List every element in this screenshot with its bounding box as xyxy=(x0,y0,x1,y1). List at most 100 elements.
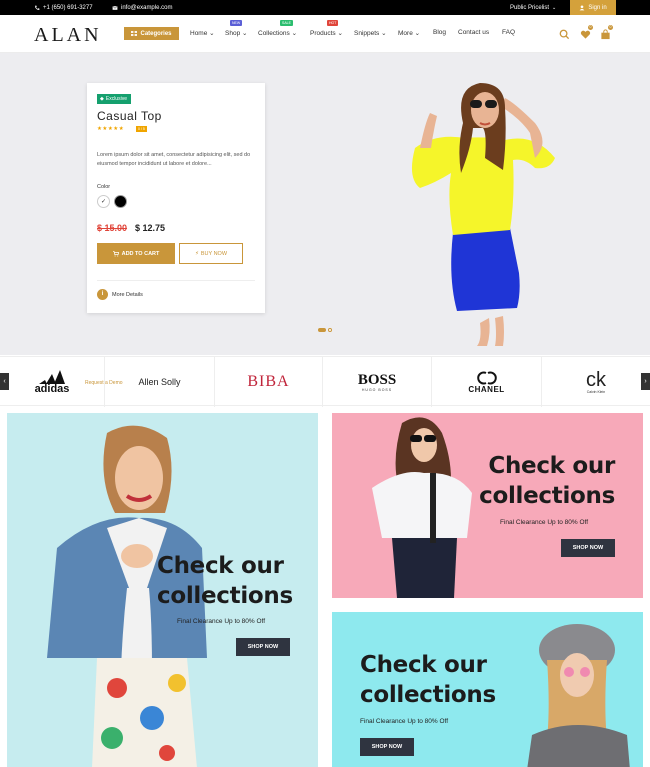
chevron-down-icon: ⌄ xyxy=(242,30,248,37)
slider-dot[interactable] xyxy=(328,328,332,332)
banner-3-shop-now-button[interactable]: SHOP NOW xyxy=(360,738,414,756)
chevron-right-icon[interactable]: › xyxy=(641,373,650,390)
chanel-logo-icon xyxy=(476,371,497,384)
menu-collections-label: Collections xyxy=(258,30,290,37)
exclusive-badge: ◆ Exclusive xyxy=(97,94,131,104)
adidas-logo-icon xyxy=(38,369,65,384)
phone-link[interactable]: +1 (650) 691-3277 xyxy=(34,0,93,15)
cart-bag-icon[interactable]: 0 xyxy=(600,25,613,40)
brand-boss-label: BOSS xyxy=(357,371,397,388)
menu-products-label: Products xyxy=(310,30,336,37)
more-details-link[interactable]: i More Details xyxy=(97,289,143,300)
menu-faq[interactable]: FAQ xyxy=(502,29,515,36)
chevron-down-icon: ⌄ xyxy=(337,30,343,37)
chevron-down-icon: ⌄ xyxy=(291,30,298,37)
banner-3-heading: Check our collections xyxy=(360,650,496,710)
banner-2-heading-line-1: Check our xyxy=(488,453,615,479)
menu-contact[interactable]: Contact us xyxy=(458,29,489,36)
banner-3-model-image xyxy=(527,624,630,767)
old-price: $ 15.00 xyxy=(97,223,128,233)
brand-biba[interactable]: BIBA xyxy=(215,357,323,407)
brand-adidas[interactable]: adidas Request a Demo xyxy=(0,357,123,407)
rating-count: 0 / 5 xyxy=(136,126,147,132)
brand-chanel[interactable]: CHANEL xyxy=(432,357,542,407)
hot-tag: HOT xyxy=(327,20,339,26)
menu-products[interactable]: HOT Products ⌄ xyxy=(310,20,343,37)
info-icon: i xyxy=(97,289,108,300)
wishlist-heart-icon[interactable]: 0 xyxy=(580,25,593,39)
email-link[interactable]: info@example.com xyxy=(112,0,172,15)
logo[interactable]: ALAN xyxy=(34,24,102,47)
add-to-cart-label: ADD TO CART xyxy=(121,250,160,257)
menu-faq-label: FAQ xyxy=(502,29,516,36)
menu-collections[interactable]: SALE Collections ⌄ xyxy=(258,20,298,37)
chevron-down-icon: ⌄ xyxy=(381,30,387,37)
brand-allen-solly-label: Allen Solly xyxy=(138,377,181,387)
menu-home-label: Home xyxy=(190,30,208,37)
color-swatch-black[interactable] xyxy=(114,195,127,208)
chevron-down-icon: ⌄ xyxy=(552,4,557,11)
sale-price: $ 12.75 xyxy=(135,223,166,233)
menu-snippets[interactable]: Snippets ⌄ xyxy=(354,29,387,37)
collection-banner-3[interactable]: Check our collections Final Clearance Up… xyxy=(332,612,643,767)
email-address: info@example.com xyxy=(121,4,173,11)
banner-1-shop-now-button[interactable]: SHOP NOW xyxy=(236,638,290,656)
hero-model-image xyxy=(411,83,555,346)
brand-chanel-label: CHANEL xyxy=(468,384,505,394)
user-icon xyxy=(579,4,585,10)
menu-shop[interactable]: NEW Shop ⌄ xyxy=(225,20,248,37)
menu-blog[interactable]: Blog xyxy=(433,29,446,36)
product-title[interactable]: Casual Top xyxy=(97,109,162,123)
buy-now-label: BUY NOW xyxy=(200,250,228,257)
sign-in-label: Sign in xyxy=(588,4,607,11)
menu-home[interactable]: Home ⌄ xyxy=(190,29,215,37)
collection-banner-1[interactable]: Check our collections Final Clearance Up… xyxy=(7,413,318,767)
slider-pagination xyxy=(318,328,332,332)
menu-more[interactable]: More ⌄ xyxy=(398,29,420,37)
brand-calvin-klein-label: Calvin Klein xyxy=(586,390,606,394)
brand-carousel: ‹ adidas Request a Demo Allen Solly BIBA… xyxy=(0,356,650,407)
banner-1-heading-line-2: collections xyxy=(157,583,293,609)
banner-3-subtitle: Final Clearance Up to 80% Off xyxy=(360,718,449,725)
chevron-down-icon: ⌄ xyxy=(414,30,421,37)
chevron-down-icon: ⌄ xyxy=(209,30,215,37)
phone-icon xyxy=(35,5,40,10)
color-swatch-white[interactable]: ✓ xyxy=(97,195,110,208)
pricelist-dropdown[interactable]: Public Pricelist ⌄ xyxy=(510,0,556,15)
banner-2-shop-now-button[interactable]: SHOP NOW xyxy=(561,539,615,557)
categories-button[interactable]: Categories xyxy=(124,27,179,40)
search-icon[interactable] xyxy=(559,27,570,40)
brand-boss[interactable]: BOSS HUGO BOSS xyxy=(323,357,432,407)
buy-now-button[interactable]: ⚡ BUY NOW xyxy=(179,243,243,264)
brand-hugo-boss-label: HUGO BOSS xyxy=(361,387,393,392)
collection-banner-2[interactable]: Check our collections Final Clearance Up… xyxy=(332,413,643,598)
banner-1-heading-line-1: Check our xyxy=(157,553,284,579)
sign-in-button[interactable]: Sign in xyxy=(570,0,616,15)
pricelist-label: Public Pricelist xyxy=(510,4,550,11)
more-details-label: More Details xyxy=(112,291,143,298)
menu-contact-label: Contact us xyxy=(458,29,490,36)
brand-calvin-klein[interactable]: ck Calvin Klein xyxy=(542,357,650,407)
sale-tag: SALE xyxy=(280,20,293,26)
product-description: Lorem ipsum dolor sit amet, consectetur … xyxy=(97,152,251,167)
hero-slider: ◆ Exclusive Casual Top ★★★★★ 0 / 5 Lorem… xyxy=(0,53,650,355)
wishlist-count-badge: 0 xyxy=(588,25,593,30)
cart-icon xyxy=(112,250,119,257)
cart-count-badge: 0 xyxy=(608,25,613,30)
brand-biba-label: BIBA xyxy=(247,373,290,390)
banner-3-heading-line-2: collections xyxy=(360,682,496,708)
phone-number: +1 (650) 691-3277 xyxy=(43,4,93,11)
top-bar: +1 (650) 691-3277 info@example.com Publi… xyxy=(0,0,650,15)
brand-allen-solly[interactable]: Allen Solly xyxy=(105,357,215,407)
banner-2-heading-line-2: collections xyxy=(479,483,615,509)
banner-2-heading: Check our collections xyxy=(478,451,615,511)
categories-label: Categories xyxy=(140,30,172,37)
exclusive-label: Exclusive xyxy=(105,96,127,102)
menu-snippets-label: Snippets xyxy=(354,30,380,37)
tag-icon: ◆ xyxy=(100,96,104,102)
menu-more-label: More xyxy=(398,30,413,37)
banner-3-heading-line-1: Check our xyxy=(360,652,487,678)
slider-dot-active[interactable] xyxy=(318,328,326,332)
add-to-cart-button[interactable]: ADD TO CART xyxy=(97,243,175,264)
new-tag: NEW xyxy=(230,20,243,26)
